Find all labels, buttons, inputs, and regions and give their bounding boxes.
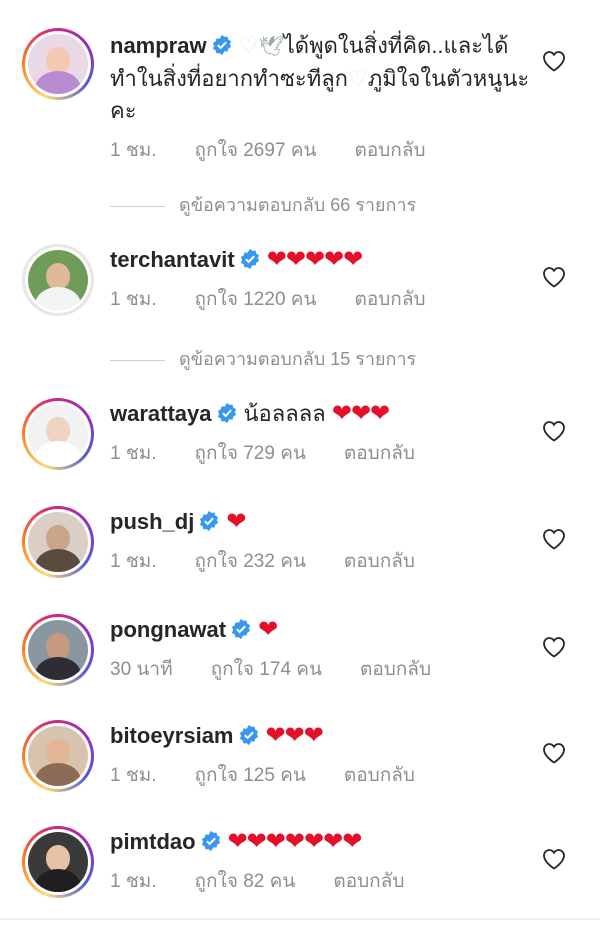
divider <box>110 359 165 361</box>
reply-button[interactable]: ตอบกลับ <box>344 765 415 786</box>
username[interactable]: pimtdao <box>110 829 196 854</box>
comment-list: nampraw ♡🕊ได้พูดในสิ่งที่คิด..และได้ทำในส… <box>0 0 600 928</box>
comment-body: pongnawat ❤ <box>110 614 530 646</box>
verified-badge-icon <box>200 510 219 532</box>
avatar[interactable] <box>22 506 94 578</box>
reply-button[interactable]: ตอบกลับ <box>355 140 426 161</box>
username[interactable]: push_dj <box>110 509 194 534</box>
dove-emoji: 🕊 <box>258 36 284 58</box>
view-replies-button[interactable]: ดูข้อความตอบกลับ 15 รายการ <box>110 344 416 373</box>
comment-meta: 1 ชม. ถูกใจ 82 คน ตอบกลับ <box>110 866 530 896</box>
timestamp: 1 ชม. <box>110 289 157 310</box>
heart-outline-icon[interactable] <box>542 742 566 764</box>
timestamp: 30 นาที <box>110 659 173 680</box>
comment-meta: 1 ชม. ถูกใจ 2697 คน ตอบกลับ <box>110 135 530 165</box>
comment-body: pimtdao ❤❤❤❤❤❤❤ <box>110 826 530 858</box>
heart-emojis: ❤❤❤ <box>265 722 324 749</box>
verified-badge-icon <box>201 830 220 852</box>
comment-meta: 1 ชม. ถูกใจ 232 คน ตอบกลับ <box>110 546 530 576</box>
heart-emojis: ❤ <box>226 508 246 535</box>
comment-meta: 1 ชม. ถูกใจ 729 คน ตอบกลับ <box>110 438 530 468</box>
divider <box>110 205 165 207</box>
username[interactable]: terchantavit <box>110 247 235 272</box>
timestamp: 1 ชม. <box>110 443 157 464</box>
heart-emojis: ❤ <box>258 616 278 643</box>
reply-button[interactable]: ตอบกลับ <box>344 551 415 572</box>
username[interactable]: bitoeyrsiam <box>110 723 234 748</box>
likes-count[interactable]: ถูกใจ 1220 คน <box>195 289 317 310</box>
comment-body: terchantavit ❤❤❤❤❤ <box>110 244 530 276</box>
likes-count[interactable]: ถูกใจ 125 คน <box>195 765 306 786</box>
heart-emojis: ❤❤❤ <box>331 400 390 427</box>
comment-meta: 1 ชม. ถูกใจ 125 คน ตอบกลับ <box>110 760 530 790</box>
heart-emojis: ❤❤❤❤❤❤❤ <box>227 828 363 855</box>
comment-meta: 1 ชม. ถูกใจ 1220 คน ตอบกลับ <box>110 284 530 314</box>
comment-body: bitoeyrsiam ❤❤❤ <box>110 720 530 752</box>
heart-outline-icon[interactable] <box>542 266 566 288</box>
heart-emojis: ❤❤❤❤❤ <box>266 246 364 273</box>
heart-outline-icon[interactable] <box>542 50 566 72</box>
divider <box>0 918 600 920</box>
likes-count[interactable]: ถูกใจ 729 คน <box>195 443 306 464</box>
verified-badge-icon <box>212 34 231 56</box>
avatar[interactable] <box>22 398 94 470</box>
reply-button[interactable]: ตอบกลับ <box>344 443 415 464</box>
verified-badge-icon <box>232 618 251 640</box>
reply-button[interactable]: ตอบกลับ <box>355 289 426 310</box>
avatar[interactable] <box>22 720 94 792</box>
username[interactable]: pongnawat <box>110 617 226 642</box>
comment-meta: 30 นาที ถูกใจ 174 คน ตอบกลับ <box>110 654 530 684</box>
avatar[interactable] <box>22 244 94 316</box>
view-replies-button[interactable]: ดูข้อความตอบกลับ 66 รายการ <box>110 190 416 219</box>
timestamp: 1 ชม. <box>110 871 157 892</box>
avatar[interactable] <box>22 614 94 686</box>
likes-count[interactable]: ถูกใจ 82 คน <box>195 871 296 892</box>
comment-text: น้อลลลล <box>243 401 326 426</box>
timestamp: 1 ชม. <box>110 765 157 786</box>
white-heart-emoji: ♡ <box>348 66 368 91</box>
timestamp: 1 ชม. <box>110 140 157 161</box>
verified-badge-icon <box>239 724 258 746</box>
timestamp: 1 ชม. <box>110 551 157 572</box>
avatar[interactable] <box>22 826 94 898</box>
username[interactable]: nampraw <box>110 33 207 58</box>
reply-button[interactable]: ตอบกลับ <box>360 659 431 680</box>
likes-count[interactable]: ถูกใจ 2697 คน <box>195 140 317 161</box>
verified-badge-icon <box>240 248 259 270</box>
comment-body: warattaya น้อลลลล ❤❤❤ <box>110 398 530 430</box>
heart-outline-icon[interactable] <box>542 420 566 442</box>
heart-outline-icon[interactable] <box>542 636 566 658</box>
verified-badge-icon <box>217 402 236 424</box>
likes-count[interactable]: ถูกใจ 232 คน <box>195 551 306 572</box>
heart-outline-icon[interactable] <box>542 848 566 870</box>
reply-button[interactable]: ตอบกลับ <box>333 871 404 892</box>
likes-count[interactable]: ถูกใจ 174 คน <box>211 659 322 680</box>
comment-body: nampraw ♡🕊ได้พูดในสิ่งที่คิด..และได้ทำในส… <box>110 30 530 127</box>
comment-body: push_dj ❤ <box>110 506 530 538</box>
heart-outline-icon[interactable] <box>542 528 566 550</box>
white-heart-emoji: ♡ <box>238 33 259 58</box>
avatar[interactable] <box>22 28 94 100</box>
username[interactable]: warattaya <box>110 401 212 426</box>
